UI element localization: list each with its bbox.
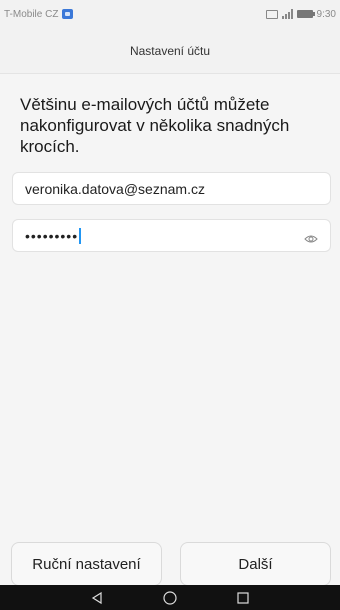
eye-icon[interactable] — [304, 231, 318, 242]
navigation-bar — [0, 585, 340, 610]
recent-apps-icon[interactable] — [231, 587, 255, 609]
password-field[interactable]: ••••••••• — [12, 219, 331, 252]
email-value: veronika.datova@seznam.cz — [25, 180, 205, 197]
status-bar: T-Mobile CZ 9:30 — [0, 0, 340, 28]
status-left: T-Mobile CZ — [4, 8, 74, 20]
battery-icon — [296, 10, 315, 18]
next-button[interactable]: Další — [180, 542, 331, 586]
intro-text: Většinu e-mailových účtů můžete nakonfig… — [20, 95, 290, 156]
sim-icon — [265, 9, 278, 19]
home-icon[interactable] — [158, 587, 182, 609]
carrier-name: T-Mobile CZ — [4, 8, 59, 20]
clock: 9:30 — [316, 8, 336, 20]
password-value: ••••••••• — [25, 227, 81, 244]
signal-icon — [281, 9, 293, 19]
email-field[interactable]: veronika.datova@seznam.cz — [12, 172, 331, 205]
page-title: Nastavení účtu — [129, 43, 211, 58]
back-icon[interactable] — [85, 587, 109, 609]
notification-icon — [62, 9, 74, 19]
password-mask: ••••••••• — [25, 227, 79, 244]
title-bar: Nastavení účtu — [0, 28, 340, 74]
text-caret — [79, 227, 81, 244]
manual-setup-button[interactable]: Ruční nastavení — [11, 542, 162, 586]
status-right: 9:30 — [265, 8, 336, 20]
